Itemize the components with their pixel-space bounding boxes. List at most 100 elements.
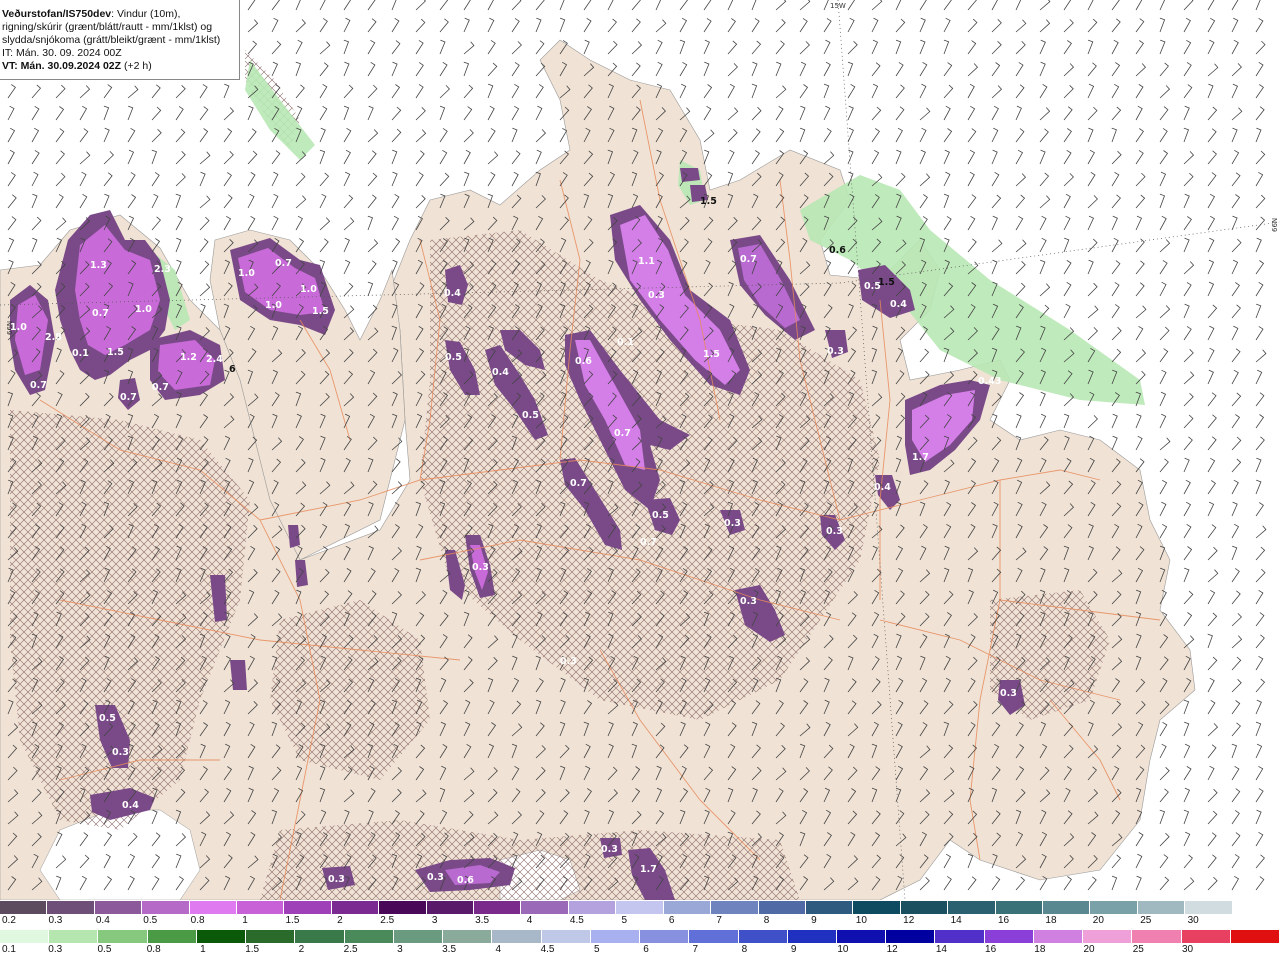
precip-label: 0.3	[328, 874, 345, 885]
legend-swatch	[98, 930, 148, 943]
legend-rain-colorbar	[0, 930, 1280, 943]
precip-label: 0.7	[640, 537, 657, 548]
legend-swatch	[1132, 930, 1182, 943]
legend-tick-label: 12	[903, 915, 915, 926]
precip-label: 0.6	[575, 356, 592, 367]
legend-sleet-snow: 0.2 0.3 0.4 0.5 0.8 1 1.5 2 2.5 3 3.5 4 4.5 5 6 7 8 9 10 12…	[0, 901, 1280, 930]
legend-swatch	[331, 901, 380, 914]
legend-tick-label: 0.1	[2, 944, 16, 955]
precip-label: 1.7	[640, 864, 657, 875]
legend-swatch	[836, 930, 887, 943]
precip-label: 1.5	[312, 306, 329, 317]
legend-tick-label: 3.5	[475, 915, 490, 926]
legend-swatch	[900, 901, 949, 914]
legend-tick-label: 0.2	[2, 915, 16, 926]
precip-label: 0.5	[99, 713, 116, 724]
precip-label: 1.1	[638, 256, 655, 267]
legend-swatch	[142, 901, 190, 914]
legend-swatch	[237, 901, 285, 914]
legend-tick-label: 4.5	[569, 915, 584, 926]
legend-swatch	[984, 930, 1034, 943]
precip-label: 0.7	[152, 382, 169, 393]
legend-swatch	[246, 930, 296, 943]
legend-swatch	[379, 901, 427, 914]
precip-label: 1.2	[180, 352, 197, 363]
precip-label: 0.4	[122, 800, 139, 811]
legend-swatch	[568, 901, 617, 914]
legend-swatch	[189, 901, 238, 914]
legend-swatch	[1042, 901, 1091, 914]
legend-tick-label: 20	[1083, 944, 1095, 955]
product-desc: : Vindur (10m),	[111, 8, 181, 20]
legend-swatch	[590, 930, 641, 943]
precip-label: 0.3	[648, 290, 665, 301]
legend-tick-label: 14	[935, 944, 947, 955]
legend-tick-label: 3	[397, 944, 403, 955]
legend-tick-label: 18	[1034, 944, 1046, 955]
precip-label: 0.4	[874, 482, 891, 493]
legend-tick-label: 25	[1132, 944, 1144, 955]
legend-swatch	[0, 901, 48, 914]
legend-tick-label: 25	[1140, 915, 1152, 926]
precip-label: 1.0	[300, 284, 317, 295]
precip-label: 1.7	[912, 452, 929, 463]
legend-swatch	[492, 930, 542, 943]
precip-label: 0.4	[444, 288, 461, 299]
legend-tick-label: 0.3	[48, 915, 63, 926]
precip-label: 0.6	[457, 875, 474, 886]
legend-tick-label: 9	[790, 944, 797, 955]
legend-tick-label: 6	[643, 944, 649, 955]
legend-swatch	[738, 930, 788, 943]
legend-tick-label: 0.4	[95, 915, 110, 926]
legend-tick-label: 10	[837, 944, 849, 955]
legend-tick-label: 2	[337, 915, 343, 926]
legend-tick-label: 2.5	[343, 944, 358, 955]
legend-swatch	[443, 930, 493, 943]
legend-tick-label: 2.5	[380, 915, 395, 926]
legend-tick-label: 1	[200, 944, 206, 955]
precip-label: 0.3	[1000, 688, 1017, 699]
precip-label: 0.3	[724, 518, 741, 529]
precip-label: 2.3	[154, 264, 171, 275]
precip-label: 0.7	[740, 254, 757, 265]
precip-label: 0.5	[445, 352, 462, 363]
precip-label: 1.5	[107, 347, 124, 358]
precip-label: 1.0	[265, 300, 282, 311]
legend-tick-label: 0.3	[48, 944, 63, 955]
legend-swatch	[1137, 901, 1186, 914]
legend-tick-label: 0.8	[190, 915, 205, 926]
legend-tick-label: 5	[621, 915, 628, 926]
weather-map: 15W 66N 66N 1.3 2.3 1.0 0.7 1.0 1.5 0.7 …	[0, 0, 1280, 900]
map-title-box: Veðurstofan/IS750dev: Vindur (10m), rign…	[0, 0, 240, 80]
legend-swatch	[426, 901, 475, 914]
legend-swatch	[47, 901, 95, 914]
legend-swatch	[1185, 901, 1233, 914]
legend-tick-label: 1.5	[285, 915, 300, 926]
legend-tick-label: 16	[985, 944, 997, 955]
precip-label: 0.3	[112, 747, 129, 758]
precip-label: 0.4	[492, 367, 509, 378]
legend-tick-label: 18	[1045, 915, 1057, 926]
legend-tick-label: 1	[242, 915, 248, 926]
legend-swatch	[521, 901, 569, 914]
precip-label: 6	[229, 364, 236, 375]
precip-label: 0.7	[570, 478, 587, 489]
precip-label: 0.3	[827, 346, 844, 357]
legend-tick-label: 14	[950, 915, 962, 926]
legend-swatch	[1033, 930, 1084, 943]
legend-tick-label: 10	[855, 915, 867, 926]
desc-rain: rigning/skúrir (grænt/blátt/rautt - mm/1…	[2, 21, 213, 33]
legend-tick-label: 0.5	[97, 944, 112, 955]
legend-swatch	[49, 930, 99, 943]
precip-label: 0.7	[92, 308, 109, 319]
legend-tick-label: 30	[1187, 915, 1199, 926]
legend-swatch	[758, 901, 806, 914]
legend-tick-label: 3.5	[442, 944, 457, 955]
legend-tick-label: 0.5	[143, 915, 158, 926]
legend-swatch	[295, 930, 345, 943]
grid-label-lat-right: 66N	[1271, 218, 1279, 232]
legend-swatch	[787, 930, 837, 943]
legend-tick-label: 8	[741, 944, 748, 955]
precip-label: 0.3	[740, 596, 757, 607]
valid-time: VT: Mán. 30.09.2024 02Z	[2, 60, 122, 72]
